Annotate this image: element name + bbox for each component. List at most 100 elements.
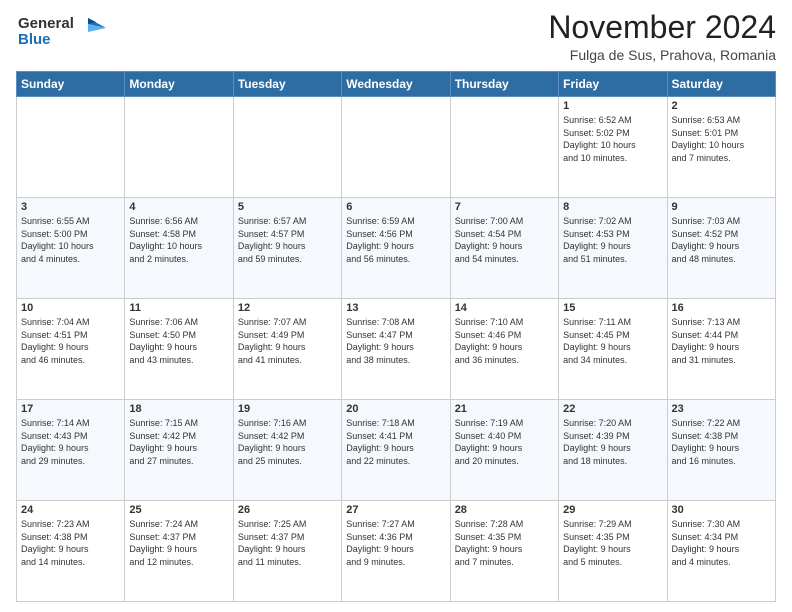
calendar-cell: 5 Sunrise: 6:57 AM Sunset: 4:57 PM Daylig… bbox=[233, 198, 341, 299]
day-number: 24 bbox=[21, 504, 120, 516]
day-info: Sunrise: 7:02 AM Sunset: 4:53 PM Dayligh… bbox=[563, 215, 662, 265]
day-info: Sunrise: 7:14 AM Sunset: 4:43 PM Dayligh… bbox=[21, 417, 120, 467]
calendar-cell bbox=[450, 97, 558, 198]
day-number: 15 bbox=[563, 302, 662, 314]
calendar-week-row: 1 Sunrise: 6:52 AM Sunset: 5:02 PM Daylig… bbox=[17, 97, 776, 198]
day-info: Sunrise: 7:19 AM Sunset: 4:40 PM Dayligh… bbox=[455, 417, 554, 467]
day-number: 7 bbox=[455, 201, 554, 213]
calendar-cell: 25 Sunrise: 7:24 AM Sunset: 4:37 PM Dayli… bbox=[125, 501, 233, 602]
day-number: 27 bbox=[346, 504, 445, 516]
day-info: Sunrise: 7:07 AM Sunset: 4:49 PM Dayligh… bbox=[238, 316, 337, 366]
col-tuesday: Tuesday bbox=[233, 72, 341, 97]
day-number: 26 bbox=[238, 504, 337, 516]
svg-text:General: General bbox=[18, 15, 74, 32]
calendar-cell bbox=[342, 97, 450, 198]
logo-text: General Blue bbox=[16, 10, 106, 59]
day-info: Sunrise: 7:08 AM Sunset: 4:47 PM Dayligh… bbox=[346, 316, 445, 366]
calendar-header-row: Sunday Monday Tuesday Wednesday Thursday… bbox=[17, 72, 776, 97]
calendar-cell: 29 Sunrise: 7:29 AM Sunset: 4:35 PM Dayli… bbox=[559, 501, 667, 602]
day-info: Sunrise: 6:56 AM Sunset: 4:58 PM Dayligh… bbox=[129, 215, 228, 265]
day-info: Sunrise: 6:55 AM Sunset: 5:00 PM Dayligh… bbox=[21, 215, 120, 265]
day-info: Sunrise: 6:59 AM Sunset: 4:56 PM Dayligh… bbox=[346, 215, 445, 265]
calendar-cell: 27 Sunrise: 7:27 AM Sunset: 4:36 PM Dayli… bbox=[342, 501, 450, 602]
day-number: 20 bbox=[346, 403, 445, 415]
calendar-week-row: 24 Sunrise: 7:23 AM Sunset: 4:38 PM Dayli… bbox=[17, 501, 776, 602]
calendar-cell: 13 Sunrise: 7:08 AM Sunset: 4:47 PM Dayli… bbox=[342, 299, 450, 400]
col-monday: Monday bbox=[125, 72, 233, 97]
day-info: Sunrise: 6:52 AM Sunset: 5:02 PM Dayligh… bbox=[563, 114, 662, 164]
day-number: 9 bbox=[672, 201, 771, 213]
day-info: Sunrise: 7:28 AM Sunset: 4:35 PM Dayligh… bbox=[455, 518, 554, 568]
calendar-cell: 17 Sunrise: 7:14 AM Sunset: 4:43 PM Dayli… bbox=[17, 400, 125, 501]
day-info: Sunrise: 6:53 AM Sunset: 5:01 PM Dayligh… bbox=[672, 114, 771, 164]
day-number: 11 bbox=[129, 302, 228, 314]
calendar-cell: 10 Sunrise: 7:04 AM Sunset: 4:51 PM Dayli… bbox=[17, 299, 125, 400]
calendar-table: Sunday Monday Tuesday Wednesday Thursday… bbox=[16, 71, 776, 602]
day-number: 18 bbox=[129, 403, 228, 415]
calendar-week-row: 17 Sunrise: 7:14 AM Sunset: 4:43 PM Dayli… bbox=[17, 400, 776, 501]
calendar-cell: 21Sunrise: 7:19 AM Sunset: 4:40 PM Dayli… bbox=[450, 400, 558, 501]
day-info: Sunrise: 7:04 AM Sunset: 4:51 PM Dayligh… bbox=[21, 316, 120, 366]
day-number: 8 bbox=[563, 201, 662, 213]
day-number: 2 bbox=[672, 100, 771, 112]
calendar-cell bbox=[125, 97, 233, 198]
day-info: Sunrise: 7:24 AM Sunset: 4:37 PM Dayligh… bbox=[129, 518, 228, 568]
col-saturday: Saturday bbox=[667, 72, 775, 97]
calendar-cell: 7 Sunrise: 7:00 AM Sunset: 4:54 PM Daylig… bbox=[450, 198, 558, 299]
day-number: 13 bbox=[346, 302, 445, 314]
day-number: 28 bbox=[455, 504, 554, 516]
day-info: Sunrise: 7:00 AM Sunset: 4:54 PM Dayligh… bbox=[455, 215, 554, 265]
day-info: Sunrise: 6:57 AM Sunset: 4:57 PM Dayligh… bbox=[238, 215, 337, 265]
calendar-week-row: 3Sunrise: 6:55 AM Sunset: 5:00 PM Daylig… bbox=[17, 198, 776, 299]
calendar-cell: 28 Sunrise: 7:28 AM Sunset: 4:35 PM Dayli… bbox=[450, 501, 558, 602]
day-number: 5 bbox=[238, 201, 337, 213]
svg-text:Blue: Blue bbox=[18, 31, 51, 48]
calendar-week-row: 10 Sunrise: 7:04 AM Sunset: 4:51 PM Dayli… bbox=[17, 299, 776, 400]
day-number: 6 bbox=[346, 201, 445, 213]
calendar-cell: 6 Sunrise: 6:59 AM Sunset: 4:56 PM Daylig… bbox=[342, 198, 450, 299]
calendar-cell bbox=[17, 97, 125, 198]
calendar-cell: 26Sunrise: 7:25 AM Sunset: 4:37 PM Dayli… bbox=[233, 501, 341, 602]
day-info: Sunrise: 7:30 AM Sunset: 4:34 PM Dayligh… bbox=[672, 518, 771, 568]
calendar-cell: 16 Sunrise: 7:13 AM Sunset: 4:44 PM Dayli… bbox=[667, 299, 775, 400]
day-info: Sunrise: 7:20 AM Sunset: 4:39 PM Dayligh… bbox=[563, 417, 662, 467]
calendar-cell: 24 Sunrise: 7:23 AM Sunset: 4:38 PM Dayli… bbox=[17, 501, 125, 602]
day-number: 16 bbox=[672, 302, 771, 314]
calendar-cell: 3Sunrise: 6:55 AM Sunset: 5:00 PM Daylig… bbox=[17, 198, 125, 299]
day-info: Sunrise: 7:11 AM Sunset: 4:45 PM Dayligh… bbox=[563, 316, 662, 366]
day-number: 30 bbox=[672, 504, 771, 516]
col-sunday: Sunday bbox=[17, 72, 125, 97]
calendar-cell: 12Sunrise: 7:07 AM Sunset: 4:49 PM Dayli… bbox=[233, 299, 341, 400]
day-number: 29 bbox=[563, 504, 662, 516]
day-info: Sunrise: 7:03 AM Sunset: 4:52 PM Dayligh… bbox=[672, 215, 771, 265]
day-info: Sunrise: 7:15 AM Sunset: 4:42 PM Dayligh… bbox=[129, 417, 228, 467]
logo: General Blue bbox=[16, 10, 106, 59]
day-info: Sunrise: 7:27 AM Sunset: 4:36 PM Dayligh… bbox=[346, 518, 445, 568]
calendar-cell: 11Sunrise: 7:06 AM Sunset: 4:50 PM Dayli… bbox=[125, 299, 233, 400]
calendar-cell: 8 Sunrise: 7:02 AM Sunset: 4:53 PM Daylig… bbox=[559, 198, 667, 299]
col-friday: Friday bbox=[559, 72, 667, 97]
day-number: 1 bbox=[563, 100, 662, 112]
month-title: November 2024 bbox=[548, 10, 776, 45]
day-number: 17 bbox=[21, 403, 120, 415]
day-number: 19 bbox=[238, 403, 337, 415]
day-number: 4 bbox=[129, 201, 228, 213]
page: General Blue November 2024 Fulga de Sus,… bbox=[0, 0, 792, 612]
calendar-cell: 15 Sunrise: 7:11 AM Sunset: 4:45 PM Dayli… bbox=[559, 299, 667, 400]
calendar-cell: 20Sunrise: 7:18 AM Sunset: 4:41 PM Dayli… bbox=[342, 400, 450, 501]
col-thursday: Thursday bbox=[450, 72, 558, 97]
day-number: 25 bbox=[129, 504, 228, 516]
calendar-cell: 1 Sunrise: 6:52 AM Sunset: 5:02 PM Daylig… bbox=[559, 97, 667, 198]
day-info: Sunrise: 7:29 AM Sunset: 4:35 PM Dayligh… bbox=[563, 518, 662, 568]
day-info: Sunrise: 7:23 AM Sunset: 4:38 PM Dayligh… bbox=[21, 518, 120, 568]
day-number: 10 bbox=[21, 302, 120, 314]
calendar-cell: 19 Sunrise: 7:16 AM Sunset: 4:42 PM Dayli… bbox=[233, 400, 341, 501]
day-number: 22 bbox=[563, 403, 662, 415]
location: Fulga de Sus, Prahova, Romania bbox=[548, 47, 776, 63]
day-info: Sunrise: 7:13 AM Sunset: 4:44 PM Dayligh… bbox=[672, 316, 771, 366]
day-info: Sunrise: 7:16 AM Sunset: 4:42 PM Dayligh… bbox=[238, 417, 337, 467]
title-area: November 2024 Fulga de Sus, Prahova, Rom… bbox=[548, 10, 776, 63]
calendar-cell: 4 Sunrise: 6:56 AM Sunset: 4:58 PM Daylig… bbox=[125, 198, 233, 299]
calendar-cell: 23Sunrise: 7:22 AM Sunset: 4:38 PM Dayli… bbox=[667, 400, 775, 501]
calendar-cell: 30 Sunrise: 7:30 AM Sunset: 4:34 PM Dayli… bbox=[667, 501, 775, 602]
